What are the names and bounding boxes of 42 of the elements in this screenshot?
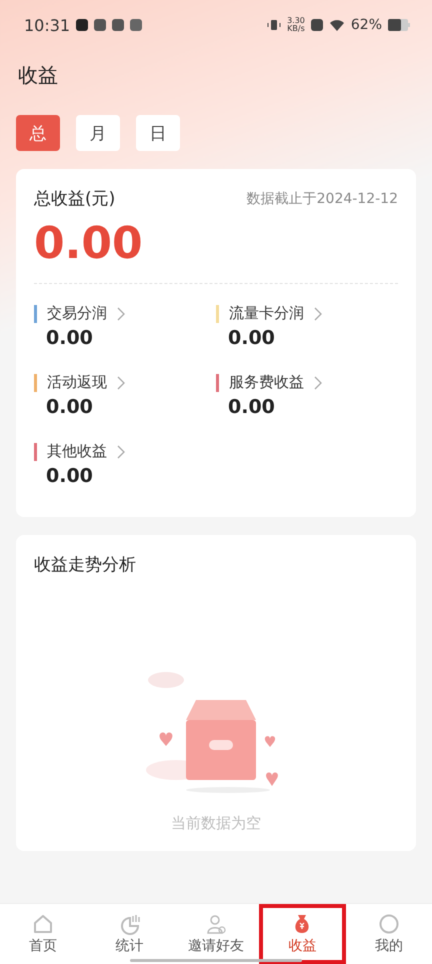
empty-state-text: 当前数据为空: [171, 814, 261, 833]
category-amount: 0.00: [46, 396, 94, 418]
nav-tab[interactable]: 我的: [346, 904, 432, 964]
nav-tab[interactable]: 邀请好友: [172, 904, 260, 964]
category-link[interactable]: 其他收益: [47, 442, 125, 461]
status-time: 10:31: [24, 16, 70, 34]
network-speed: 3.30: [287, 17, 305, 25]
chevron-right-icon: [117, 306, 125, 320]
card-title: 收益走势分析: [34, 554, 137, 576]
as-of-date: 数据截止于2024-12-12: [246, 190, 398, 208]
chevron-right-icon: [314, 376, 322, 390]
period-tab[interactable]: 日: [136, 115, 180, 151]
nav-tab[interactable]: 首页: [0, 904, 86, 964]
period-tab[interactable]: 总: [16, 115, 60, 151]
battery-icon: [388, 19, 410, 31]
total-amount: 0.00: [34, 218, 144, 269]
nav-tab[interactable]: 统计: [86, 904, 173, 964]
card-title: 总收益(元): [34, 188, 116, 210]
app-notification-icon: [76, 19, 88, 31]
circle-icon: [378, 913, 400, 935]
chevron-right-icon: [314, 306, 322, 320]
category-amount: 0.00: [46, 327, 94, 349]
period-tab[interactable]: 月: [76, 115, 120, 151]
category-link[interactable]: 流量卡分润: [229, 304, 322, 323]
category-amount: 0.00: [46, 465, 94, 487]
nav-tab[interactable]: 收益: [259, 904, 346, 964]
category-amount: 0.00: [228, 327, 276, 349]
category-link[interactable]: 交易分润: [47, 304, 125, 323]
app-notification-icon: [130, 19, 142, 31]
category-amount: 0.00: [228, 396, 276, 418]
chevron-right-icon: [117, 376, 125, 390]
network-speed-unit: KB/s: [287, 25, 305, 33]
page-title: 收益: [18, 62, 59, 89]
wifi-icon: [328, 19, 345, 31]
battery-percent: 62%: [350, 17, 382, 33]
category-link[interactable]: 服务费收益: [229, 373, 322, 392]
home-icon: [32, 913, 54, 935]
category-link[interactable]: 活动返现: [47, 373, 125, 392]
pie-chart-icon: [118, 913, 141, 935]
user-icon: [205, 913, 228, 935]
chevron-right-icon: [117, 444, 125, 458]
vibrate-icon: [267, 19, 282, 31]
